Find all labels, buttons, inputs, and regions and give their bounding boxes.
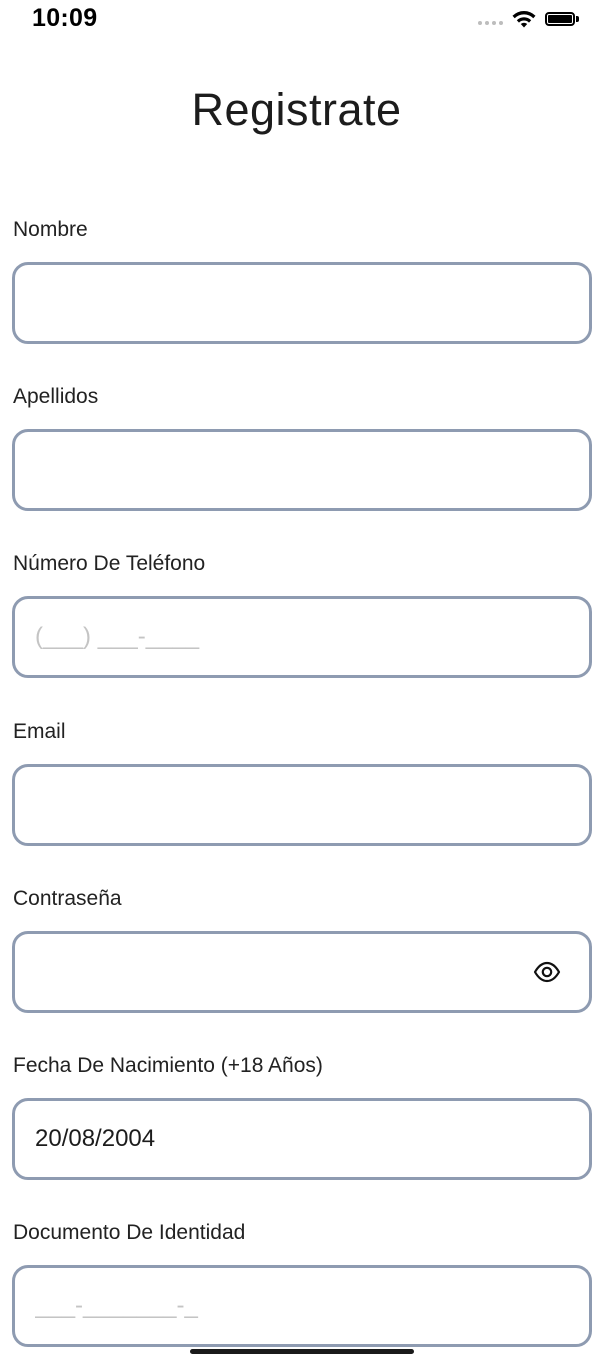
- documento-field[interactable]: [12, 1265, 592, 1347]
- email-field[interactable]: [12, 764, 592, 846]
- telefono-label: Número De Teléfono: [13, 552, 206, 575]
- status-indicators: [478, 6, 579, 32]
- telefono-field[interactable]: [12, 596, 592, 678]
- status-bar: 10:09: [0, 0, 593, 44]
- wifi-icon: [512, 11, 536, 28]
- nombre-input[interactable]: [35, 265, 529, 341]
- apellidos-input[interactable]: [35, 432, 529, 508]
- documento-label: Documento De Identidad: [13, 1221, 246, 1244]
- home-indicator: [190, 1349, 414, 1354]
- fecha-nacimiento-input[interactable]: [35, 1101, 529, 1177]
- status-time: 10:09: [32, 4, 98, 32]
- contrasena-field[interactable]: [12, 931, 592, 1013]
- nombre-label: Nombre: [13, 218, 88, 241]
- documento-input[interactable]: [35, 1268, 529, 1344]
- contrasena-input[interactable]: [35, 934, 529, 1010]
- email-label: Email: [13, 720, 66, 743]
- email-input[interactable]: [35, 767, 529, 843]
- cellular-signal-icon: [478, 21, 503, 25]
- contrasena-label: Contraseña: [13, 887, 122, 910]
- fecha-nacimiento-field[interactable]: [12, 1098, 592, 1180]
- battery-icon: [545, 12, 579, 26]
- nombre-field[interactable]: [12, 262, 592, 344]
- telefono-input[interactable]: [35, 599, 529, 675]
- page-title: Registrate: [191, 84, 402, 135]
- apellidos-field[interactable]: [12, 429, 592, 511]
- fecha-nacimiento-label: Fecha De Nacimiento (+18 Años): [13, 1054, 323, 1077]
- apellidos-label: Apellidos: [13, 385, 99, 408]
- eye-icon[interactable]: [533, 960, 561, 984]
